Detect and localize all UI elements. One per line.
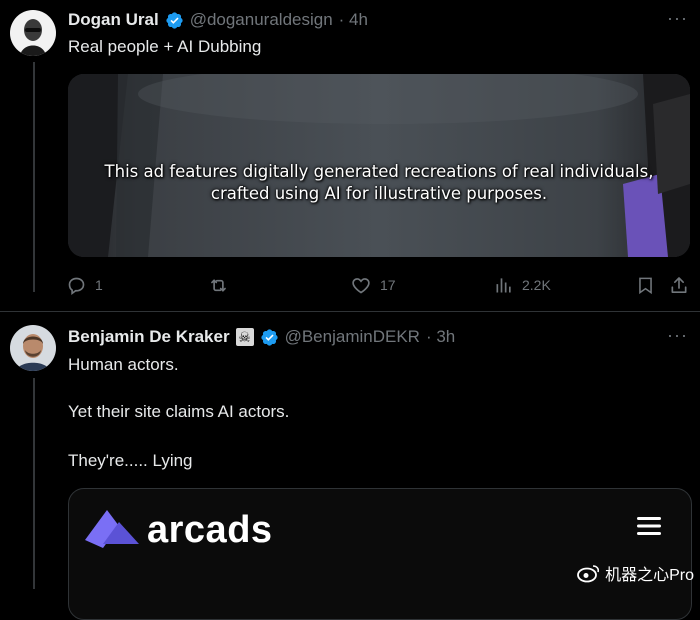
views-button[interactable]: 2.2K bbox=[494, 275, 551, 295]
author-handle[interactable]: @doganuraldesign bbox=[190, 10, 333, 30]
heart-icon bbox=[352, 277, 370, 293]
tweet-header: Dogan Ural @doganuraldesign · 4h bbox=[68, 10, 368, 30]
thread-line bbox=[33, 62, 35, 292]
reply-button[interactable]: 1 bbox=[66, 275, 103, 296]
more-icon[interactable]: ··· bbox=[667, 325, 688, 346]
bookmark-button[interactable] bbox=[636, 275, 655, 296]
reply-icon bbox=[68, 277, 85, 295]
tweet-media[interactable]: This ad features digitally generated rec… bbox=[68, 74, 690, 257]
avatar[interactable] bbox=[10, 10, 56, 56]
like-button[interactable]: 17 bbox=[350, 275, 396, 296]
retweet-icon bbox=[211, 278, 226, 292]
link-card[interactable]: arcads bbox=[68, 488, 692, 620]
author-name[interactable]: Benjamin De Kraker bbox=[68, 327, 230, 347]
author-name[interactable]: Dogan Ural bbox=[68, 10, 159, 30]
watermark: 机器之心Pro bbox=[577, 561, 694, 585]
verified-badge-icon bbox=[260, 328, 279, 347]
views-icon bbox=[496, 278, 511, 293]
tweet-header: Benjamin De Kraker ☠ @BenjaminDEKR · 3h bbox=[68, 327, 455, 347]
tweet-text-line2: Yet their site claims AI actors. bbox=[68, 402, 290, 421]
media-caption-line1: This ad features digitally generated rec… bbox=[104, 162, 654, 181]
divider bbox=[0, 311, 700, 312]
like-count: 17 bbox=[380, 277, 396, 293]
timestamp[interactable]: · 4h bbox=[339, 10, 368, 30]
media-caption-line2: crafted using AI for illustrative purpos… bbox=[210, 184, 548, 203]
hamburger-menu-icon[interactable] bbox=[637, 517, 661, 540]
skull-crossbones-emoji: ☠ bbox=[235, 328, 254, 346]
tweet-actions: 1 17 2.2K bbox=[66, 273, 690, 297]
more-icon[interactable]: ··· bbox=[667, 8, 688, 29]
tweet-text-line1: Human actors. bbox=[68, 355, 179, 374]
avatar[interactable] bbox=[10, 325, 56, 371]
tweet-text-line3: They're..... Lying bbox=[68, 451, 193, 470]
views-count: 2.2K bbox=[522, 277, 551, 293]
retweet-button[interactable] bbox=[207, 275, 238, 296]
arcads-logo-icon bbox=[85, 510, 139, 548]
author-handle[interactable]: @BenjaminDEKR bbox=[285, 327, 420, 347]
share-icon bbox=[671, 276, 687, 293]
tweet-text: Real people + AI Dubbing bbox=[68, 37, 262, 56]
arcads-logo: arcads bbox=[83, 508, 273, 552]
reply-count: 1 bbox=[95, 277, 103, 293]
verified-badge-icon bbox=[165, 11, 184, 30]
weibo-icon bbox=[577, 565, 600, 583]
thread-line-lower bbox=[33, 378, 35, 589]
watermark-text: 机器之心Pro bbox=[605, 567, 694, 584]
brand-name: arcads bbox=[147, 508, 273, 551]
timestamp[interactable]: · 3h bbox=[426, 327, 455, 347]
bookmark-icon bbox=[639, 277, 652, 294]
share-button[interactable] bbox=[669, 275, 689, 296]
